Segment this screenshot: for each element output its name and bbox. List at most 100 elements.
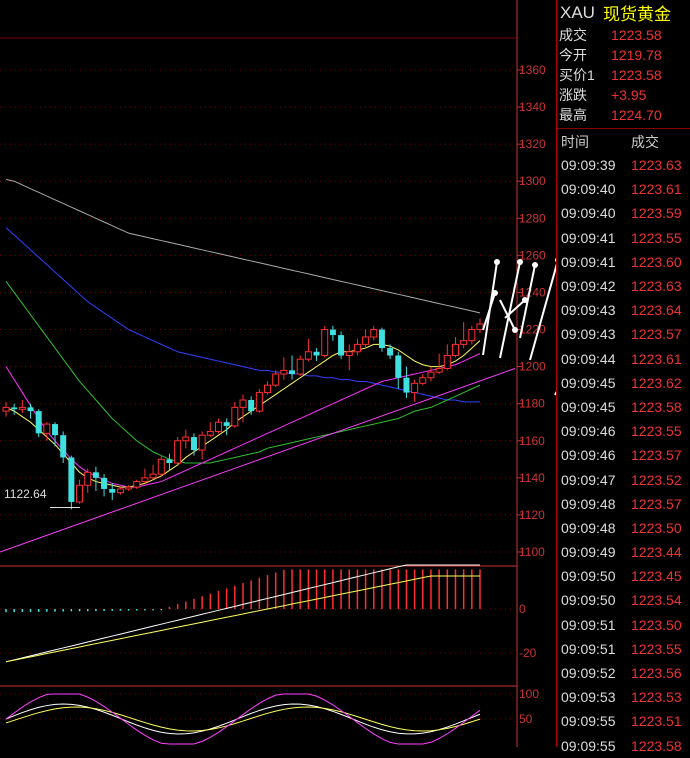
tick-price: 1223.61: [631, 181, 682, 198]
symbol-header[interactable]: XAU 现货黄金: [557, 0, 690, 25]
candle-body-up: [18, 406, 26, 410]
tick-price: 1223.57: [631, 326, 682, 343]
tick-row[interactable]: 09:09:41 1223.60: [557, 250, 690, 274]
tick-row[interactable]: 09:09:39 1223.63: [557, 153, 690, 177]
candle-body-up: [231, 406, 239, 427]
kdj-d-line: [5, 706, 481, 732]
candle-body-up: [239, 399, 247, 408]
tick-row[interactable]: 09:09:43 1223.64: [557, 298, 690, 322]
tick-time: 09:09:52: [561, 665, 616, 682]
quote-row: 最高 1224.70: [557, 105, 690, 125]
moving-average-line: [5, 281, 481, 464]
candle-body-down: [387, 348, 394, 356]
tick-price: 1223.58: [631, 737, 682, 754]
quote-label: 今开: [559, 47, 587, 63]
tick-row[interactable]: 09:09:42 1223.63: [557, 274, 690, 298]
candle-body-up: [435, 367, 443, 373]
quote-label: 成交: [559, 27, 587, 43]
candle-body-up: [353, 343, 361, 353]
tick-time: 09:09:53: [561, 689, 616, 706]
tick-time: 09:09:45: [561, 374, 616, 391]
tick-price: 1223.63: [631, 278, 682, 295]
macd-tick-label: 0: [519, 602, 526, 616]
candle-body-down: [166, 459, 173, 464]
tick-row[interactable]: 09:09:43 1223.57: [557, 322, 690, 346]
tick-row[interactable]: 09:09:52 1223.56: [557, 661, 690, 685]
tick-row[interactable]: 09:09:55 1223.51: [557, 709, 690, 733]
tick-row[interactable]: 09:09:46 1223.57: [557, 443, 690, 467]
tick-row[interactable]: 09:09:48 1223.50: [557, 516, 690, 540]
tick-row[interactable]: 09:09:40 1223.59: [557, 201, 690, 225]
tick-price: 1223.45: [631, 568, 682, 585]
candle-body-up: [468, 329, 476, 342]
annotation-arrowhead: [492, 290, 498, 296]
candle-body-up: [214, 421, 222, 433]
candle-body-up: [149, 473, 157, 479]
candlestick-chart-panel[interactable]: 1360 1340 1320 1300 1280 1260 1240 1220 1200 1180…: [0, 0, 556, 747]
quote-value: +3.95: [611, 87, 647, 103]
tick-price: 1223.51: [631, 713, 682, 730]
price-tick-label: 1120: [519, 508, 545, 522]
tick-price: 1223.55: [631, 423, 682, 440]
low-price-label: 1122.64: [4, 487, 47, 501]
ticks-header: 时间 成交: [557, 131, 690, 153]
quote-row: 成交 1223.58: [557, 25, 690, 45]
tick-row[interactable]: 09:09:44 1223.61: [557, 347, 690, 371]
tick-time: 09:09:55: [561, 737, 616, 754]
candle-body-down: [101, 477, 108, 489]
tick-price: 1223.44: [631, 544, 682, 561]
candle-body-up: [443, 354, 451, 369]
kdj-j-line: [5, 693, 481, 745]
kdj-tick-label: 100: [519, 687, 539, 701]
candle-body-up: [174, 440, 182, 464]
tick-row[interactable]: 09:09:51 1223.50: [557, 613, 690, 637]
quote-value: 1223.58: [611, 27, 662, 43]
tick-row[interactable]: 09:09:46 1223.55: [557, 419, 690, 443]
tick-list[interactable]: 09:09:39 1223.63 09:09:40 1223.61 09:09:40 12…: [557, 153, 690, 758]
candle-body-up: [133, 481, 141, 488]
tick-time: 09:09:50: [561, 592, 616, 609]
candle-body-up: [451, 343, 459, 356]
candle-body-up: [304, 351, 312, 360]
tick-time: 09:09:55: [561, 713, 616, 730]
tick-row[interactable]: 09:09:51 1223.55: [557, 637, 690, 661]
tick-time: 09:09:48: [561, 495, 616, 512]
quote-sidebar: XAU 现货黄金 成交 1223.58 今开 1219.78 买价1 1223.58 涨跌 +…: [556, 0, 690, 754]
tick-time: 09:09:49: [561, 544, 616, 561]
candle-body-up: [125, 486, 133, 490]
quote-label: 最高: [559, 107, 587, 123]
tick-time: 09:09:46: [561, 447, 616, 464]
kdj-tick-label: 50: [519, 712, 533, 726]
candle-body-up: [411, 382, 419, 394]
tick-row[interactable]: 09:09:40 1223.61: [557, 177, 690, 201]
quote-row: 涨跌 +3.95: [557, 85, 690, 105]
candle-body-up: [84, 471, 92, 486]
tick-price: 1223.60: [631, 253, 682, 270]
tick-price: 1223.63: [631, 157, 682, 174]
tick-row[interactable]: 09:09:48 1223.57: [557, 492, 690, 516]
tick-row[interactable]: 09:09:47 1223.52: [557, 467, 690, 491]
price-tick-label: 1260: [519, 248, 546, 262]
tick-price: 1223.55: [631, 229, 682, 246]
chart-canvas[interactable]: 1360134013201300128012601240122012001180…: [0, 0, 556, 747]
candle-body-up: [280, 369, 288, 375]
candle-body-up: [198, 434, 206, 451]
tick-price: 1223.62: [631, 374, 682, 391]
annotation-arrowhead: [517, 259, 523, 265]
tick-row[interactable]: 09:09:49 1223.44: [557, 540, 690, 564]
tick-time: 09:09:41: [561, 253, 616, 270]
tick-row[interactable]: 09:09:50 1223.54: [557, 588, 690, 612]
candle-body-down: [248, 399, 255, 412]
candle-body-up: [460, 340, 468, 345]
price-tick-label: 1280: [519, 211, 546, 225]
candle-body-up: [43, 423, 51, 434]
price-tick-label: 1140: [519, 471, 545, 485]
candle-body-down: [289, 370, 296, 375]
tick-row[interactable]: 09:09:45 1223.62: [557, 371, 690, 395]
quote-row: 买价1 1223.58: [557, 65, 690, 85]
tick-row[interactable]: 09:09:45 1223.58: [557, 395, 690, 419]
tick-row[interactable]: 09:09:50 1223.45: [557, 564, 690, 588]
tick-row[interactable]: 09:09:55 1223.58: [557, 734, 690, 758]
tick-row[interactable]: 09:09:41 1223.55: [557, 226, 690, 250]
tick-row[interactable]: 09:09:53 1223.53: [557, 685, 690, 709]
